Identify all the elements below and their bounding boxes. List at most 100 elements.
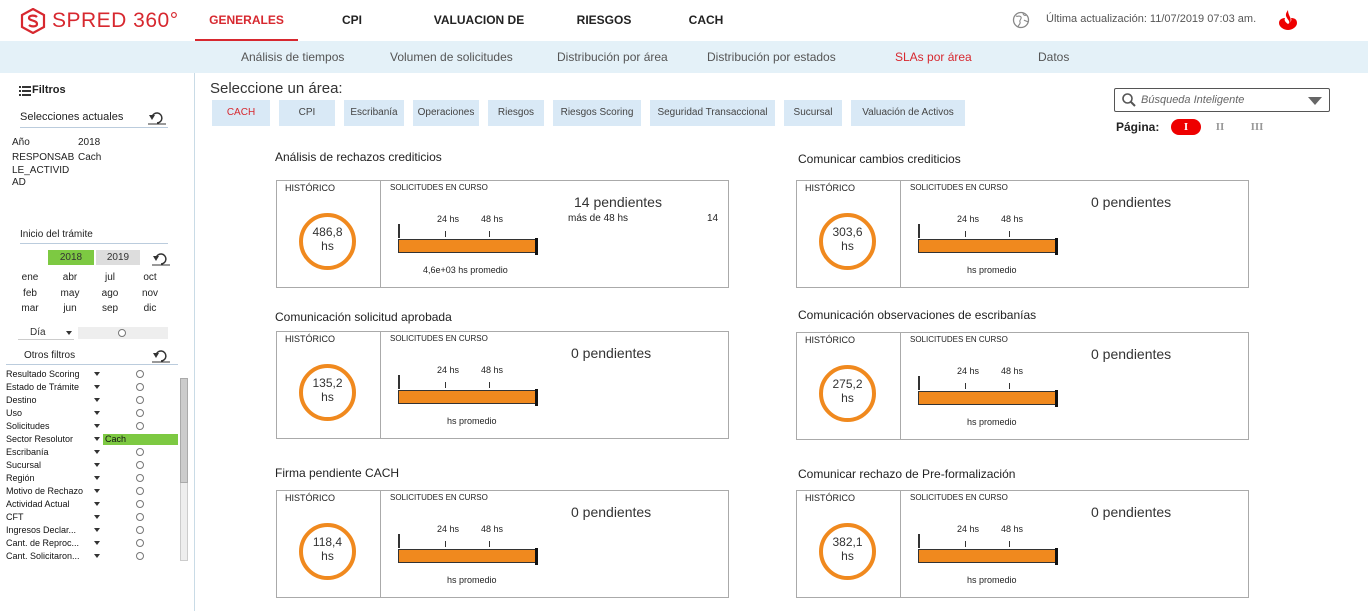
chevron-down-icon[interactable] [94,411,100,415]
bar-end-mark [1055,238,1058,255]
subtab-volumen-de-solicitudes[interactable]: Volumen de solicitudes [390,41,513,73]
chevron-down-icon[interactable] [94,502,100,506]
granularity-slider[interactable] [78,327,168,339]
filter-slider-knob[interactable] [136,396,144,404]
month-mar[interactable]: mar [12,303,48,314]
month-may[interactable]: may [52,288,88,299]
filter-slider-knob[interactable] [136,383,144,391]
subtab-analisis-de-tiempos[interactable]: Análisis de tiempos [241,41,344,73]
granularity-select[interactable]: Día [18,326,74,340]
year-2019-button[interactable]: 2019 [96,250,140,265]
month-abr[interactable]: abr [52,272,88,283]
filter-row[interactable]: Cant. de Reproc... [6,537,178,550]
month-ene[interactable]: ene [12,272,48,283]
area-sucursal[interactable]: Sucursal [784,100,842,126]
page-3-button[interactable]: III [1243,119,1271,135]
page-2-button[interactable]: II [1208,119,1232,135]
filter-row[interactable]: Escribanía [6,446,178,459]
month-jul[interactable]: jul [92,272,128,283]
chevron-down-icon[interactable] [1308,97,1322,105]
clear-filters-icon[interactable] [152,349,170,363]
filter-row[interactable]: CFT [6,511,178,524]
subtab-datos[interactable]: Datos [1038,41,1069,73]
filter-slider-knob[interactable] [136,552,144,560]
chevron-down-icon[interactable] [94,489,100,493]
filter-row[interactable]: Motivo de Rechazo [6,485,178,498]
chevron-down-icon[interactable] [94,398,100,402]
filter-slider-knob[interactable] [136,448,144,456]
promedio-label: 4,6e+03 hs promedio [423,265,508,275]
filter-slider-knob[interactable] [136,487,144,495]
filter-slider-knob[interactable] [136,526,144,534]
filter-slider-knob[interactable] [136,539,144,547]
month-feb[interactable]: feb [12,288,48,299]
chevron-down-icon[interactable] [94,515,100,519]
month-jun[interactable]: jun [52,303,88,314]
area-escribania[interactable]: Escribanía [344,100,404,126]
filter-slider-knob[interactable] [136,474,144,482]
tab-cach[interactable]: CACH [684,0,728,41]
filter-slider-knob[interactable] [136,513,144,521]
filter-row[interactable]: Ingresos Declar... [6,524,178,537]
chevron-down-icon[interactable] [94,385,100,389]
filters-scrollbar-thumb[interactable] [180,378,188,483]
filter-slider-knob[interactable] [136,461,144,469]
tick-48hs [1009,383,1010,389]
area-cpi[interactable]: CPI [279,100,335,126]
globe-icon[interactable] [1012,11,1030,29]
tab-generales[interactable]: GENERALES [195,0,298,41]
subtab-distribucion-por-estados[interactable]: Distribución por estados [707,41,836,73]
chevron-down-icon[interactable] [94,476,100,480]
filter-slider-knob[interactable] [136,422,144,430]
month-nov[interactable]: nov [132,288,168,299]
chevron-down-icon[interactable] [94,463,100,467]
chevron-down-icon[interactable] [94,424,100,428]
card-divider [900,181,901,287]
filter-row[interactable]: Actividad Actual [6,498,178,511]
month-ago[interactable]: ago [92,288,128,299]
chevron-down-icon[interactable] [94,437,100,441]
filter-row[interactable]: Solicitudes [6,420,178,433]
area-riesgos[interactable]: Riesgos [488,100,544,126]
filter-slider-knob[interactable] [136,370,144,378]
filter-value[interactable]: Cach [103,434,178,445]
clear-selections-icon[interactable] [148,111,166,125]
filter-row[interactable]: Región [6,472,178,485]
solicitudes-label: SOLICITUDES EN CURSO [390,493,488,502]
filter-slider-knob[interactable] [136,500,144,508]
chevron-down-icon[interactable] [94,450,100,454]
chevron-down-icon[interactable] [94,554,100,558]
filter-row[interactable]: Sucursal [6,459,178,472]
area-seguridad-transaccional[interactable]: Seguridad Transaccional [650,100,775,126]
search-input[interactable]: Búsqueda Inteligente [1114,88,1330,112]
filter-row[interactable]: Sector Resolutor Cach [6,433,178,446]
tab-valuacion-de-activos[interactable]: VALUACION DE ACTIVOS [408,0,550,68]
spred-logo[interactable]: SPRED 360° [20,8,178,34]
subtab-distribucion-por-area[interactable]: Distribución por área [557,41,668,73]
chevron-down-icon[interactable] [94,541,100,545]
divider [20,127,168,128]
month-sep[interactable]: sep [92,303,128,314]
area-cach[interactable]: CACH [212,100,270,126]
filter-row[interactable]: Cant. Solicitaron... [6,550,178,563]
month-oct[interactable]: oct [132,272,168,283]
page-1-button[interactable]: I [1171,119,1201,135]
area-valuacion-de-activos[interactable]: Valuación de Activos [851,100,965,126]
filter-row[interactable]: Destino [6,394,178,407]
area-operaciones[interactable]: Operaciones [413,100,479,126]
tab-cpi[interactable]: CPI [332,0,372,41]
filter-row[interactable]: Resultado Scoring [6,368,178,381]
filter-slider-knob[interactable] [136,409,144,417]
area-riesgos-scoring[interactable]: Riesgos Scoring [553,100,641,126]
clear-date-icon[interactable] [152,252,170,266]
filters-title: Filtros [32,84,66,96]
filter-row[interactable]: Uso [6,407,178,420]
month-dic[interactable]: dic [132,303,168,314]
year-2018-button[interactable]: 2018 [48,250,94,265]
chevron-down-icon[interactable] [94,372,100,376]
slider-knob[interactable] [118,329,126,337]
chevron-down-icon[interactable] [94,528,100,532]
filter-row[interactable]: Estado de Trámite [6,381,178,394]
tab-riesgos[interactable]: RIESGOS [574,0,634,41]
subtab-slas-por-area[interactable]: SLAs por área [895,41,972,73]
